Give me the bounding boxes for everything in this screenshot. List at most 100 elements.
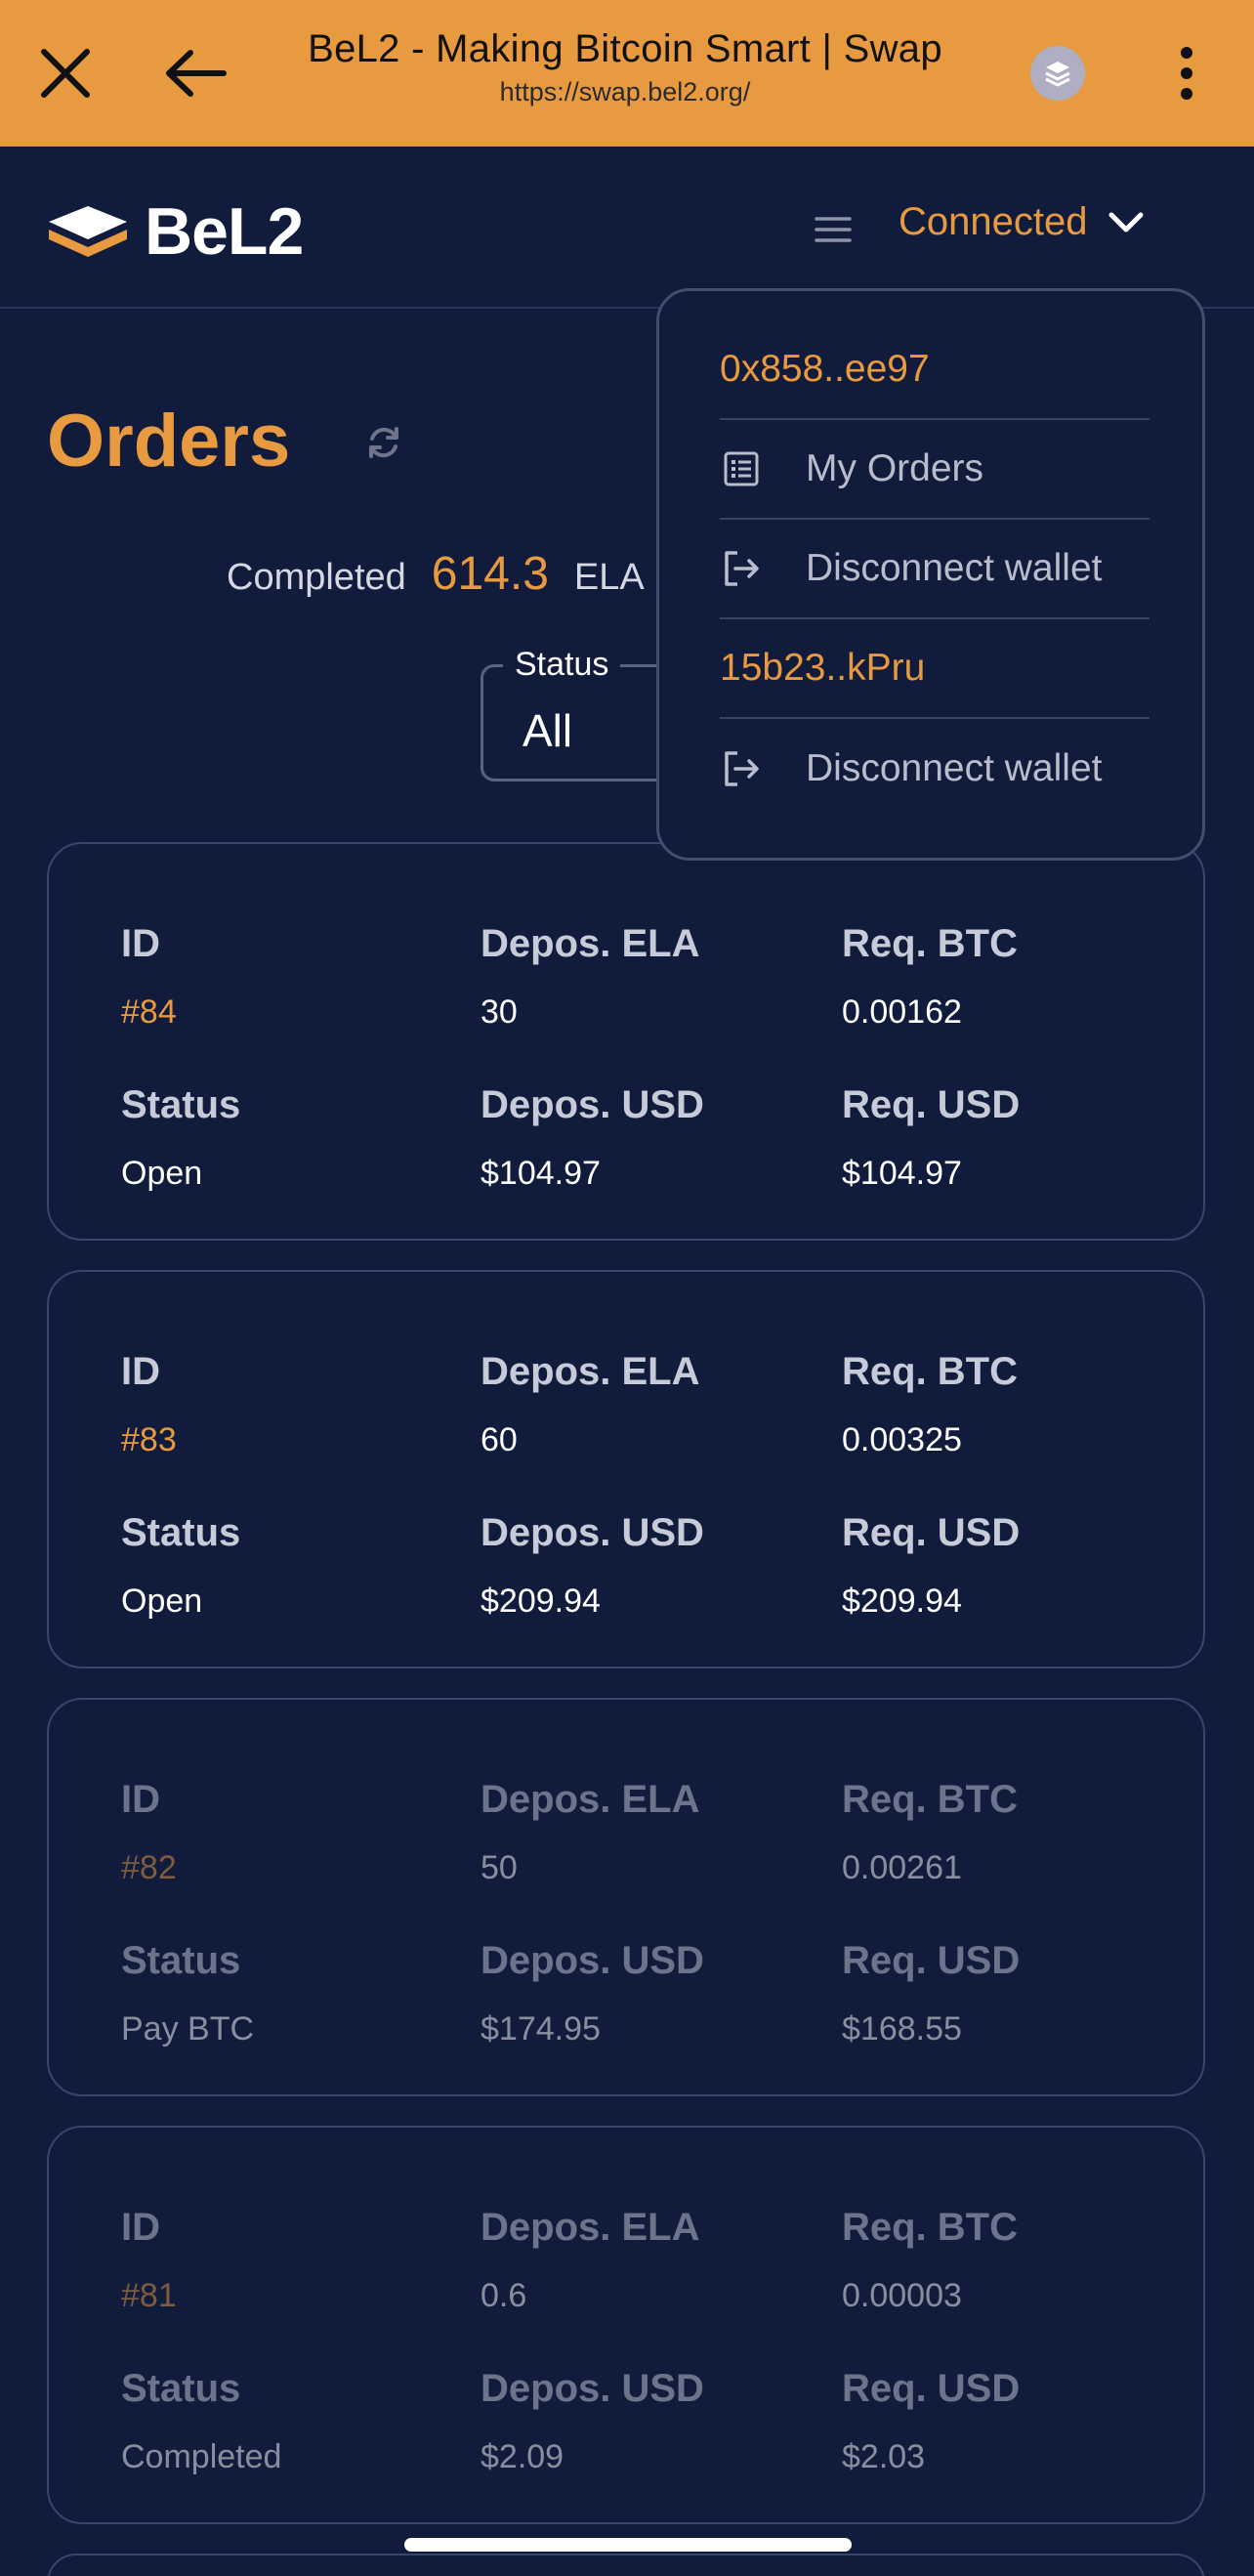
status-value: Pay BTC xyxy=(121,2010,255,2048)
req-usd-value: $209.94 xyxy=(842,1583,962,1620)
close-tab-button[interactable] xyxy=(23,31,107,115)
req-btc-cell: Req. BTC 0.00003 xyxy=(842,2206,1018,2315)
completed-value: 614.3 xyxy=(431,548,549,600)
refresh-button[interactable] xyxy=(359,418,408,467)
depos-usd-cell: Depos. USD $104.97 xyxy=(481,1083,704,1193)
depos-usd-label: Depos. USD xyxy=(481,2367,704,2410)
logo-text: BeL2 xyxy=(145,194,304,269)
orders-heading: Orders xyxy=(47,400,291,483)
bel2-logo[interactable]: BeL2 xyxy=(45,193,304,270)
order-card[interactable]: ID #82 Depos. ELA 50 Req. BTC 0.00261 St… xyxy=(47,1698,1205,2096)
order-id-cell: ID #82 xyxy=(121,1778,177,1887)
status-value: Open xyxy=(121,1583,203,1620)
depos-ela-label: Depos. ELA xyxy=(481,2206,700,2249)
req-usd-cell: Req. USD $168.55 xyxy=(842,1939,1020,2048)
wallet-connected-button[interactable]: Connected xyxy=(899,200,1144,244)
hamburger-icon xyxy=(815,217,852,242)
req-usd-cell: Req. USD $104.97 xyxy=(842,1083,1020,1193)
order-id: #84 xyxy=(121,993,177,1031)
id-label: ID xyxy=(121,922,160,965)
order-card[interactable] xyxy=(47,2554,1205,2576)
depos-usd-value: $2.09 xyxy=(481,2438,564,2475)
req-usd-cell: Req. USD $2.03 xyxy=(842,2367,1020,2476)
back-arrow-icon xyxy=(166,50,227,97)
logout-icon xyxy=(720,547,763,590)
depos-ela-label: Depos. ELA xyxy=(481,1778,700,1821)
disconnect-evm-wallet-item[interactable]: Disconnect wallet xyxy=(720,520,1150,619)
my-orders-item[interactable]: My Orders xyxy=(720,420,1150,520)
req-btc-value: 0.00162 xyxy=(842,993,962,1031)
wallet-status-label: Connected xyxy=(899,200,1088,243)
app-header: BeL2 Connected xyxy=(0,147,1254,309)
status-label: Status xyxy=(121,2367,241,2410)
req-btc-label: Req. BTC xyxy=(842,922,1018,965)
order-id-cell: ID #83 xyxy=(121,1350,177,1459)
btc-address-item[interactable]: 15b23..kPru xyxy=(720,619,1150,719)
more-vertical-icon xyxy=(1181,47,1192,100)
req-usd-value: $2.03 xyxy=(842,2438,926,2475)
depos-ela-value: 30 xyxy=(481,993,518,1031)
id-label: ID xyxy=(121,1778,160,1821)
bel2-logo-icon xyxy=(49,206,127,257)
depos-ela-value: 60 xyxy=(481,1421,518,1458)
id-label: ID xyxy=(121,2206,160,2249)
req-btc-cell: Req. BTC 0.00261 xyxy=(842,1778,1018,1887)
order-id: #82 xyxy=(121,1849,177,1886)
browser-menu-button[interactable] xyxy=(1162,39,1211,107)
req-usd-label: Req. USD xyxy=(842,2367,1021,2410)
depos-ela-cell: Depos. ELA 50 xyxy=(481,1778,699,1887)
req-btc-cell: Req. BTC 0.00162 xyxy=(842,922,1018,1032)
depos-usd-label: Depos. USD xyxy=(481,1939,704,1982)
order-card[interactable]: ID #83 Depos. ELA 60 Req. BTC 0.00325 St… xyxy=(47,1270,1205,1668)
status-label: Status xyxy=(121,1511,241,1554)
logout-icon xyxy=(720,747,763,790)
status-filter-label: Status xyxy=(503,646,621,684)
completed-label: Completed xyxy=(227,557,406,598)
disconnect-btc-wallet-item[interactable]: Disconnect wallet xyxy=(720,719,1150,819)
order-id: #83 xyxy=(121,1421,177,1458)
back-button[interactable] xyxy=(153,31,237,115)
my-orders-label: My Orders xyxy=(806,447,984,489)
order-card[interactable]: ID #84 Depos. ELA 30 Req. BTC 0.00162 St… xyxy=(47,842,1205,1241)
evm-address: 0x858..ee97 xyxy=(720,348,930,390)
req-btc-label: Req. BTC xyxy=(842,1350,1018,1393)
completed-unit: ELA xyxy=(573,557,645,598)
status-label: Status xyxy=(121,1939,241,1982)
extension-button[interactable] xyxy=(1030,46,1085,101)
status-value: Completed xyxy=(121,2438,282,2475)
req-btc-cell: Req. BTC 0.00325 xyxy=(842,1350,1018,1459)
menu-button[interactable] xyxy=(809,205,857,254)
req-usd-label: Req. USD xyxy=(842,1511,1021,1554)
disconnect-wallet-label: Disconnect wallet xyxy=(806,547,1103,589)
req-usd-value: $168.55 xyxy=(842,2010,962,2048)
req-btc-value: 0.00325 xyxy=(842,1421,962,1458)
order-id-cell: ID #84 xyxy=(121,922,177,1032)
browser-toolbar: BeL2 - Making Bitcoin Smart | Swap https… xyxy=(0,0,1254,147)
id-label: ID xyxy=(121,1350,160,1393)
status-cell: Status Open xyxy=(121,1083,240,1193)
req-btc-label: Req. BTC xyxy=(842,1778,1018,1821)
close-icon xyxy=(41,49,90,98)
depos-usd-label: Depos. USD xyxy=(481,1083,704,1126)
depos-usd-cell: Depos. USD $2.09 xyxy=(481,2367,704,2476)
depos-usd-label: Depos. USD xyxy=(481,1511,704,1554)
browser-title-area[interactable]: BeL2 - Making Bitcoin Smart | Swap https… xyxy=(244,27,1006,107)
disconnect-wallet-label: Disconnect wallet xyxy=(806,747,1103,789)
req-btc-value: 0.00261 xyxy=(842,1849,962,1886)
evm-address-item[interactable]: 0x858..ee97 xyxy=(720,320,1150,420)
depos-usd-value: $174.95 xyxy=(481,2010,601,2048)
page-title: BeL2 - Making Bitcoin Smart | Swap xyxy=(308,27,942,70)
status-value: Open xyxy=(121,1155,203,1192)
home-indicator[interactable] xyxy=(404,2538,852,2552)
depos-ela-label: Depos. ELA xyxy=(481,1350,700,1393)
depos-usd-value: $209.94 xyxy=(481,1583,601,1620)
depos-usd-cell: Depos. USD $209.94 xyxy=(481,1511,704,1621)
req-usd-label: Req. USD xyxy=(842,1939,1021,1982)
req-btc-value: 0.00003 xyxy=(842,2277,962,2314)
depos-ela-value: 50 xyxy=(481,1849,518,1886)
req-btc-label: Req. BTC xyxy=(842,2206,1018,2249)
chevron-down-icon xyxy=(1108,212,1144,232)
order-card[interactable]: ID #81 Depos. ELA 0.6 Req. BTC 0.00003 S… xyxy=(47,2126,1205,2524)
depos-usd-cell: Depos. USD $174.95 xyxy=(481,1939,704,2048)
req-usd-value: $104.97 xyxy=(842,1155,962,1192)
